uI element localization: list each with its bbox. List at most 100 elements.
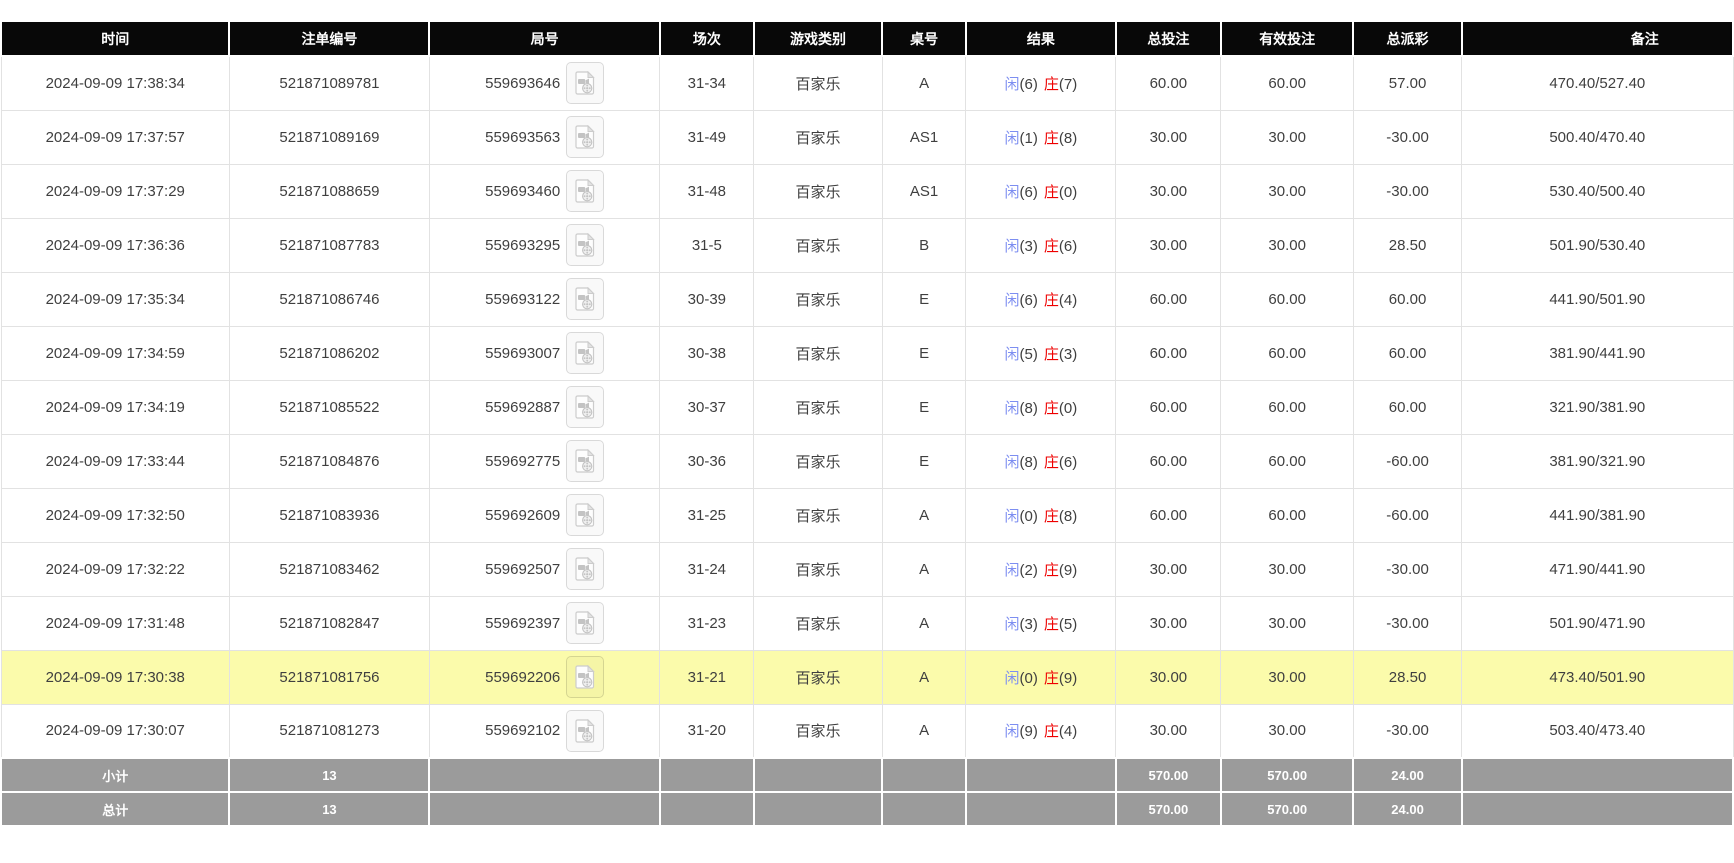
player-score: (0): [1020, 508, 1038, 525]
table-row[interactable]: 2024-09-09 17:31:48 521871082847 5596923…: [1, 596, 1733, 650]
empty-cell: [882, 758, 966, 792]
payout-cell: -30.00: [1353, 596, 1461, 650]
player-label: 闲: [1005, 508, 1020, 525]
video-replay-icon[interactable]: [566, 602, 604, 644]
table-row[interactable]: 2024-09-09 17:30:07 521871081273 5596921…: [1, 704, 1733, 758]
table-row[interactable]: 2024-09-09 17:33:44 521871084876 5596927…: [1, 434, 1733, 488]
column-header-payout: 总派彩: [1353, 21, 1461, 56]
grand-total-valid-bet: 570.00: [1221, 792, 1354, 826]
video-replay-icon[interactable]: [566, 62, 604, 104]
column-header-bet-id: 注单编号: [229, 21, 429, 56]
round-id-value: 559693295: [485, 237, 560, 254]
bet-records-table: 时间 注单编号 局号 场次 游戏类别 桌号 结果 总投注 有效投注 总派彩 备注…: [0, 20, 1734, 827]
table-row[interactable]: 2024-09-09 17:30:38 521871081756 5596922…: [1, 650, 1733, 704]
video-replay-icon[interactable]: [566, 440, 604, 482]
result-cell: 闲(6)庄(0): [966, 164, 1116, 218]
result-cell: 闲(3)庄(5): [966, 596, 1116, 650]
banker-score: (4): [1059, 292, 1077, 309]
banker-label: 庄: [1044, 670, 1059, 687]
video-replay-icon[interactable]: [566, 116, 604, 158]
player-score: (6): [1020, 292, 1038, 309]
table-row[interactable]: 2024-09-09 17:34:59 521871086202 5596930…: [1, 326, 1733, 380]
payout-cell: 60.00: [1353, 380, 1461, 434]
payout-cell: -30.00: [1353, 542, 1461, 596]
total-bet-cell: 30.00: [1116, 596, 1221, 650]
column-header-time: 时间: [1, 21, 229, 56]
video-replay-icon[interactable]: [566, 170, 604, 212]
banker-score: (5): [1059, 616, 1077, 633]
player-score: (6): [1020, 76, 1038, 93]
banker-score: (4): [1059, 723, 1077, 740]
round-id-value: 559693460: [485, 183, 560, 200]
empty-cell: [1462, 792, 1733, 826]
game-type-cell: 百家乐: [754, 488, 883, 542]
session-cell: 31-5: [660, 218, 754, 272]
player-score: (3): [1020, 238, 1038, 255]
video-replay-icon[interactable]: [566, 386, 604, 428]
table-row[interactable]: 2024-09-09 17:34:19 521871085522 5596928…: [1, 380, 1733, 434]
payout-cell: -30.00: [1353, 164, 1461, 218]
total-bet-cell: 60.00: [1116, 434, 1221, 488]
bet-id-cell: 521871083462: [229, 542, 429, 596]
result-cell: 闲(0)庄(9): [966, 650, 1116, 704]
table-row[interactable]: 2024-09-09 17:32:50 521871083936 5596926…: [1, 488, 1733, 542]
subtotal-payout: 24.00: [1353, 758, 1461, 792]
table-row[interactable]: 2024-09-09 17:38:34 521871089781 5596936…: [1, 56, 1733, 110]
video-replay-icon[interactable]: [566, 278, 604, 320]
remark-cell: 501.90/530.40: [1462, 218, 1733, 272]
video-replay-icon[interactable]: [566, 656, 604, 698]
total-bet-cell: 30.00: [1116, 650, 1221, 704]
subtotal-label: 小计: [1, 758, 229, 792]
column-header-remark: 备注: [1462, 21, 1733, 56]
round-id-value: 559692775: [485, 453, 560, 470]
video-replay-icon[interactable]: [566, 224, 604, 266]
table-body: 2024-09-09 17:38:34 521871089781 5596936…: [1, 56, 1733, 758]
round-id-cell: 559692887: [429, 380, 660, 434]
valid-bet-cell: 30.00: [1221, 596, 1354, 650]
result-cell: 闲(8)庄(0): [966, 380, 1116, 434]
time-cell: 2024-09-09 17:37:29: [1, 164, 229, 218]
empty-cell: [660, 758, 754, 792]
player-label: 闲: [1005, 454, 1020, 471]
banker-label: 庄: [1044, 238, 1059, 255]
valid-bet-cell: 60.00: [1221, 56, 1354, 110]
video-replay-icon[interactable]: [566, 494, 604, 536]
round-id-cell: 559693563: [429, 110, 660, 164]
session-cell: 31-49: [660, 110, 754, 164]
total-bet-cell: 60.00: [1116, 56, 1221, 110]
empty-cell: [966, 758, 1116, 792]
table-summary: 小计 13 570.00 570.00 24.00 总计 13 570.00 5…: [1, 758, 1733, 826]
valid-bet-cell: 30.00: [1221, 704, 1354, 758]
remark-cell: 381.90/441.90: [1462, 326, 1733, 380]
game-type-cell: 百家乐: [754, 110, 883, 164]
table-row[interactable]: 2024-09-09 17:37:57 521871089169 5596935…: [1, 110, 1733, 164]
result-cell: 闲(6)庄(4): [966, 272, 1116, 326]
table-row[interactable]: 2024-09-09 17:37:29 521871088659 5596934…: [1, 164, 1733, 218]
player-score: (6): [1020, 184, 1038, 201]
bet-id-cell: 521871081273: [229, 704, 429, 758]
table-row[interactable]: 2024-09-09 17:32:22 521871083462 5596925…: [1, 542, 1733, 596]
round-id-cell: 559693295: [429, 218, 660, 272]
player-score: (8): [1020, 400, 1038, 417]
valid-bet-cell: 60.00: [1221, 488, 1354, 542]
result-cell: 闲(5)庄(3): [966, 326, 1116, 380]
remark-cell: 503.40/473.40: [1462, 704, 1733, 758]
result-cell: 闲(0)庄(8): [966, 488, 1116, 542]
valid-bet-cell: 30.00: [1221, 110, 1354, 164]
video-replay-icon[interactable]: [566, 332, 604, 374]
table-no-cell: E: [882, 326, 966, 380]
table-row[interactable]: 2024-09-09 17:35:34 521871086746 5596931…: [1, 272, 1733, 326]
subtotal-row: 小计 13 570.00 570.00 24.00: [1, 758, 1733, 792]
video-replay-icon[interactable]: [566, 710, 604, 752]
remark-cell: 470.40/527.40: [1462, 56, 1733, 110]
payout-cell: -30.00: [1353, 110, 1461, 164]
bet-id-cell: 521871085522: [229, 380, 429, 434]
column-header-total-bet: 总投注: [1116, 21, 1221, 56]
payout-cell: -60.00: [1353, 434, 1461, 488]
table-row[interactable]: 2024-09-09 17:36:36 521871087783 5596932…: [1, 218, 1733, 272]
player-label: 闲: [1005, 346, 1020, 363]
video-replay-icon[interactable]: [566, 548, 604, 590]
time-cell: 2024-09-09 17:34:19: [1, 380, 229, 434]
session-cell: 31-48: [660, 164, 754, 218]
result-cell: 闲(8)庄(6): [966, 434, 1116, 488]
